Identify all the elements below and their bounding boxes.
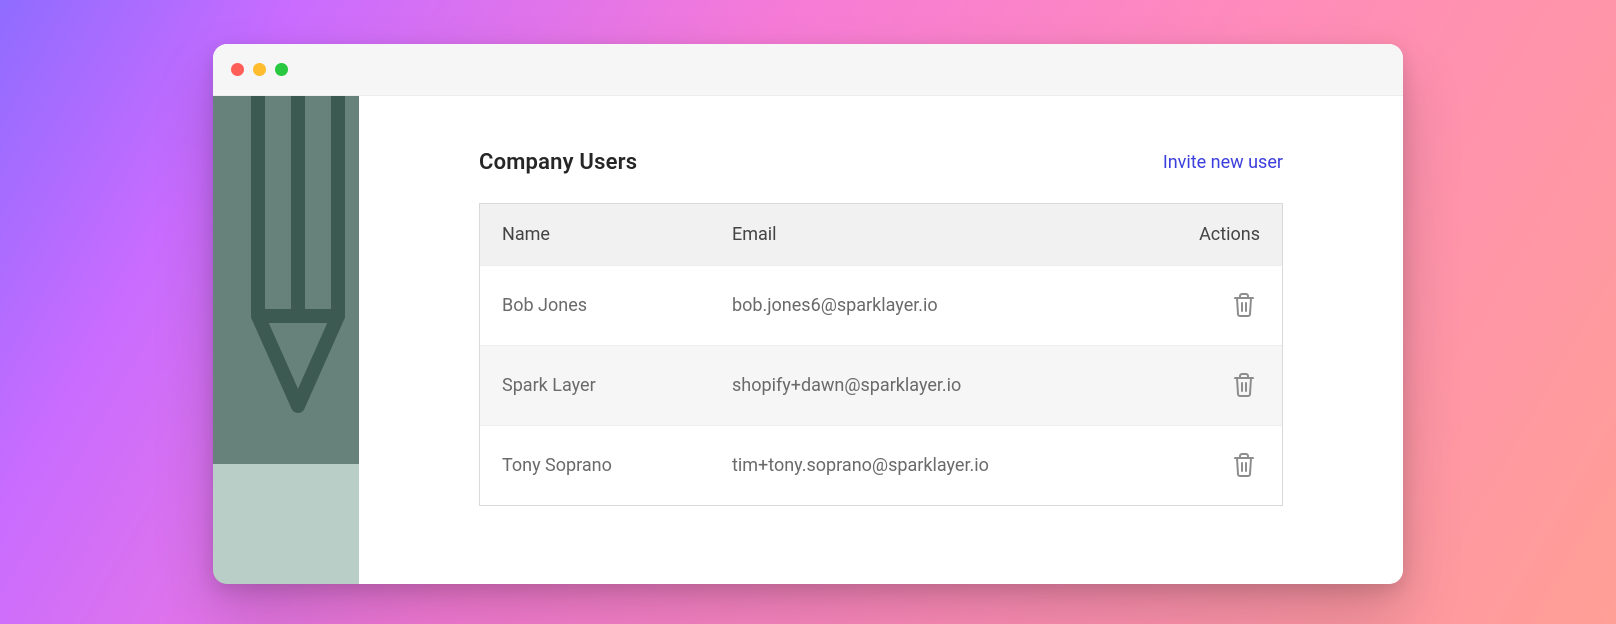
window-body: Company Users Invite new user Name Email… xyxy=(213,96,1403,584)
user-actions xyxy=(1170,448,1260,483)
user-name: Bob Jones xyxy=(502,295,732,316)
trash-icon xyxy=(1232,292,1256,318)
window-minimize-icon[interactable] xyxy=(253,63,266,76)
user-name: Spark Layer xyxy=(502,375,732,396)
table-body: Bob Jones bob.jones6@sparklayer.io xyxy=(480,265,1282,505)
main-content: Company Users Invite new user Name Email… xyxy=(359,96,1403,584)
user-name: Tony Soprano xyxy=(502,455,732,476)
user-actions xyxy=(1170,368,1260,403)
table-header-row: Name Email Actions xyxy=(480,204,1282,265)
column-header-name: Name xyxy=(502,224,732,245)
page-header: Company Users Invite new user xyxy=(479,150,1283,175)
delete-user-button[interactable] xyxy=(1228,368,1260,402)
table-row: Spark Layer shopify+dawn@sparklayer.io xyxy=(480,345,1282,425)
window-titlebar xyxy=(213,44,1403,96)
user-email: tim+tony.soprano@sparklayer.io xyxy=(732,455,1170,476)
trash-icon xyxy=(1232,452,1256,478)
window-close-icon[interactable] xyxy=(231,63,244,76)
table-row: Tony Soprano tim+tony.soprano@sparklayer… xyxy=(480,425,1282,505)
delete-user-button[interactable] xyxy=(1228,288,1260,322)
trash-icon xyxy=(1232,372,1256,398)
sidebar xyxy=(213,96,359,584)
page-title: Company Users xyxy=(479,150,637,175)
table-row: Bob Jones bob.jones6@sparklayer.io xyxy=(480,265,1282,345)
invite-user-link[interactable]: Invite new user xyxy=(1163,152,1283,173)
window-zoom-icon[interactable] xyxy=(275,63,288,76)
user-email: shopify+dawn@sparklayer.io xyxy=(732,375,1170,396)
app-window: Company Users Invite new user Name Email… xyxy=(213,44,1403,584)
column-header-actions: Actions xyxy=(1170,224,1260,245)
users-table: Name Email Actions Bob Jones bob.jones6@… xyxy=(479,203,1283,506)
delete-user-button[interactable] xyxy=(1228,448,1260,482)
pencil-icon xyxy=(213,96,359,536)
column-header-email: Email xyxy=(732,224,1170,245)
user-actions xyxy=(1170,288,1260,323)
user-email: bob.jones6@sparklayer.io xyxy=(732,295,1170,316)
